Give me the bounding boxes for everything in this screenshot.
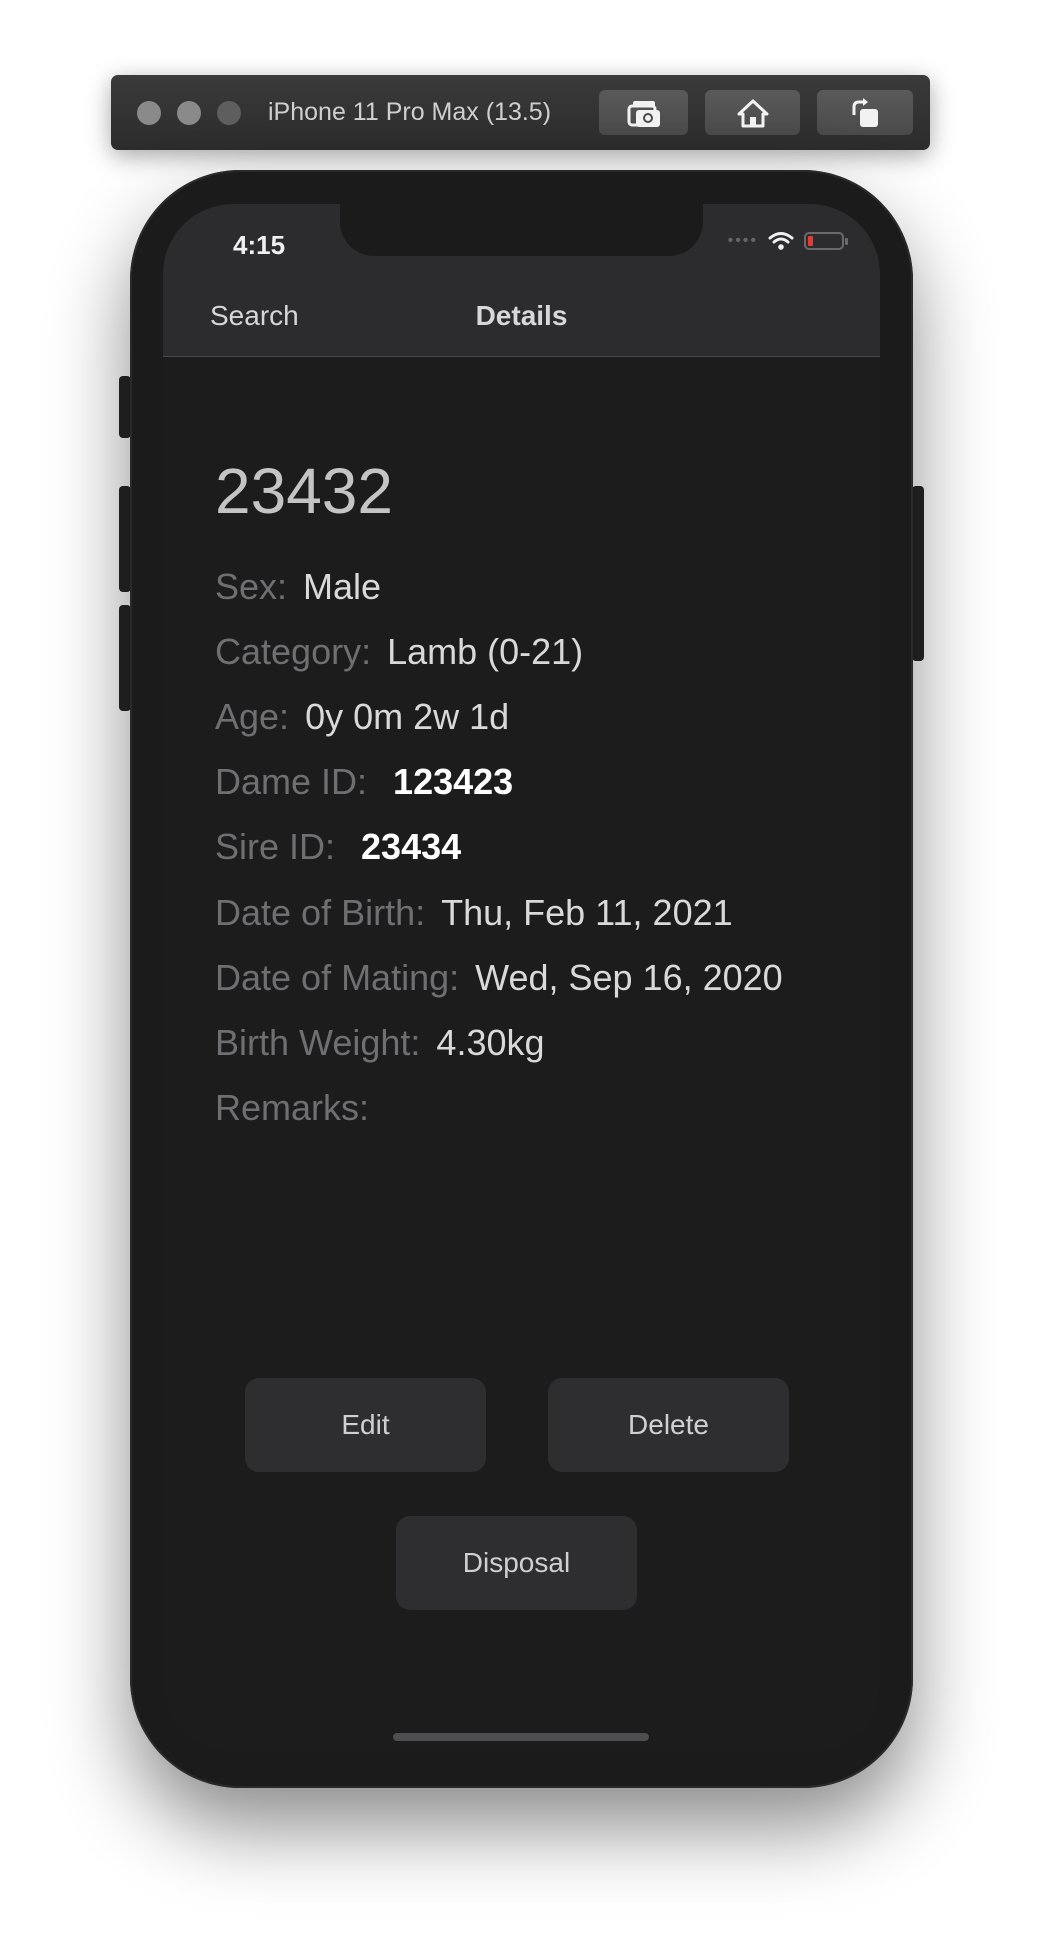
field-label: Sex: xyxy=(215,566,288,607)
signal-icon: •••• xyxy=(727,232,758,249)
battery-icon xyxy=(804,232,848,250)
edit-button[interactable]: Edit xyxy=(245,1378,486,1472)
field-value: Thu, Feb 11, 2021 xyxy=(441,892,733,933)
wifi-icon xyxy=(768,232,794,250)
record-id-heading: 23432 xyxy=(215,455,393,527)
navigation-bar: 4:15 •••• Search Details xyxy=(163,204,880,357)
dame-id-link[interactable]: 123423 xyxy=(393,761,513,802)
status-time: 4:15 xyxy=(233,230,286,260)
field-value: 4.30kg xyxy=(436,1022,545,1063)
phone-screen: 4:15 •••• Search Details 23432 Sex: Male … xyxy=(163,204,880,1752)
battery-level xyxy=(808,236,813,246)
field-birth-weight: Birth Weight: 4.30kg xyxy=(215,1022,545,1064)
field-value: Lamb (0-21) xyxy=(387,631,584,672)
field-remarks: Remarks: xyxy=(215,1087,385,1129)
home-icon xyxy=(737,99,768,127)
field-label: Age: xyxy=(215,696,290,737)
field-label: Date of Mating: xyxy=(215,957,460,998)
simulator-stage: iPhone 11 Pro Max (13.5) 4:15 •••• Searc… xyxy=(0,0,1042,1938)
field-sire-id: Sire ID: 23434 xyxy=(215,826,461,868)
sire-id-link[interactable]: 23434 xyxy=(361,826,461,867)
nav-title: Details xyxy=(475,300,568,331)
simulator-title: iPhone 11 Pro Max (13.5) xyxy=(268,98,552,126)
notch xyxy=(340,204,703,256)
field-label: Date of Birth: xyxy=(215,892,426,933)
disposal-button[interactable]: Disposal xyxy=(396,1516,637,1610)
field-label: Dame ID: xyxy=(215,761,368,802)
field-value: Male xyxy=(303,566,382,607)
home-indicator[interactable] xyxy=(393,1733,649,1741)
field-sex: Sex: Male xyxy=(215,566,381,608)
delete-button[interactable]: Delete xyxy=(548,1378,789,1472)
simulator-title-bar: iPhone 11 Pro Max (13.5) xyxy=(111,75,930,150)
field-value: Wed, Sep 16, 2020 xyxy=(475,957,783,998)
field-value: 0y 0m 2w 1d xyxy=(305,696,510,737)
field-label: Sire ID: xyxy=(215,826,336,867)
screenshot-button[interactable] xyxy=(599,90,688,135)
power-button xyxy=(912,486,924,661)
field-category: Category: Lamb (0-21) xyxy=(215,631,583,673)
home-button[interactable] xyxy=(705,90,800,135)
field-label: Birth Weight: xyxy=(215,1022,421,1063)
field-label: Remarks: xyxy=(215,1087,370,1128)
field-label: Category: xyxy=(215,631,372,672)
zoom-window-button[interactable] xyxy=(217,101,241,125)
close-window-button[interactable] xyxy=(137,101,161,125)
field-date-of-birth: Date of Birth: Thu, Feb 11, 2021 xyxy=(215,892,733,934)
status-icons: •••• xyxy=(727,231,848,251)
rotate-button[interactable] xyxy=(817,90,913,135)
minimize-window-button[interactable] xyxy=(177,101,201,125)
field-dame-id: Dame ID: 123423 xyxy=(215,761,513,803)
field-date-of-mating: Date of Mating: Wed, Sep 16, 2020 xyxy=(215,957,783,999)
screenshot-icon xyxy=(627,100,660,127)
rotate-icon xyxy=(852,97,878,127)
field-age: Age: 0y 0m 2w 1d xyxy=(215,696,509,738)
